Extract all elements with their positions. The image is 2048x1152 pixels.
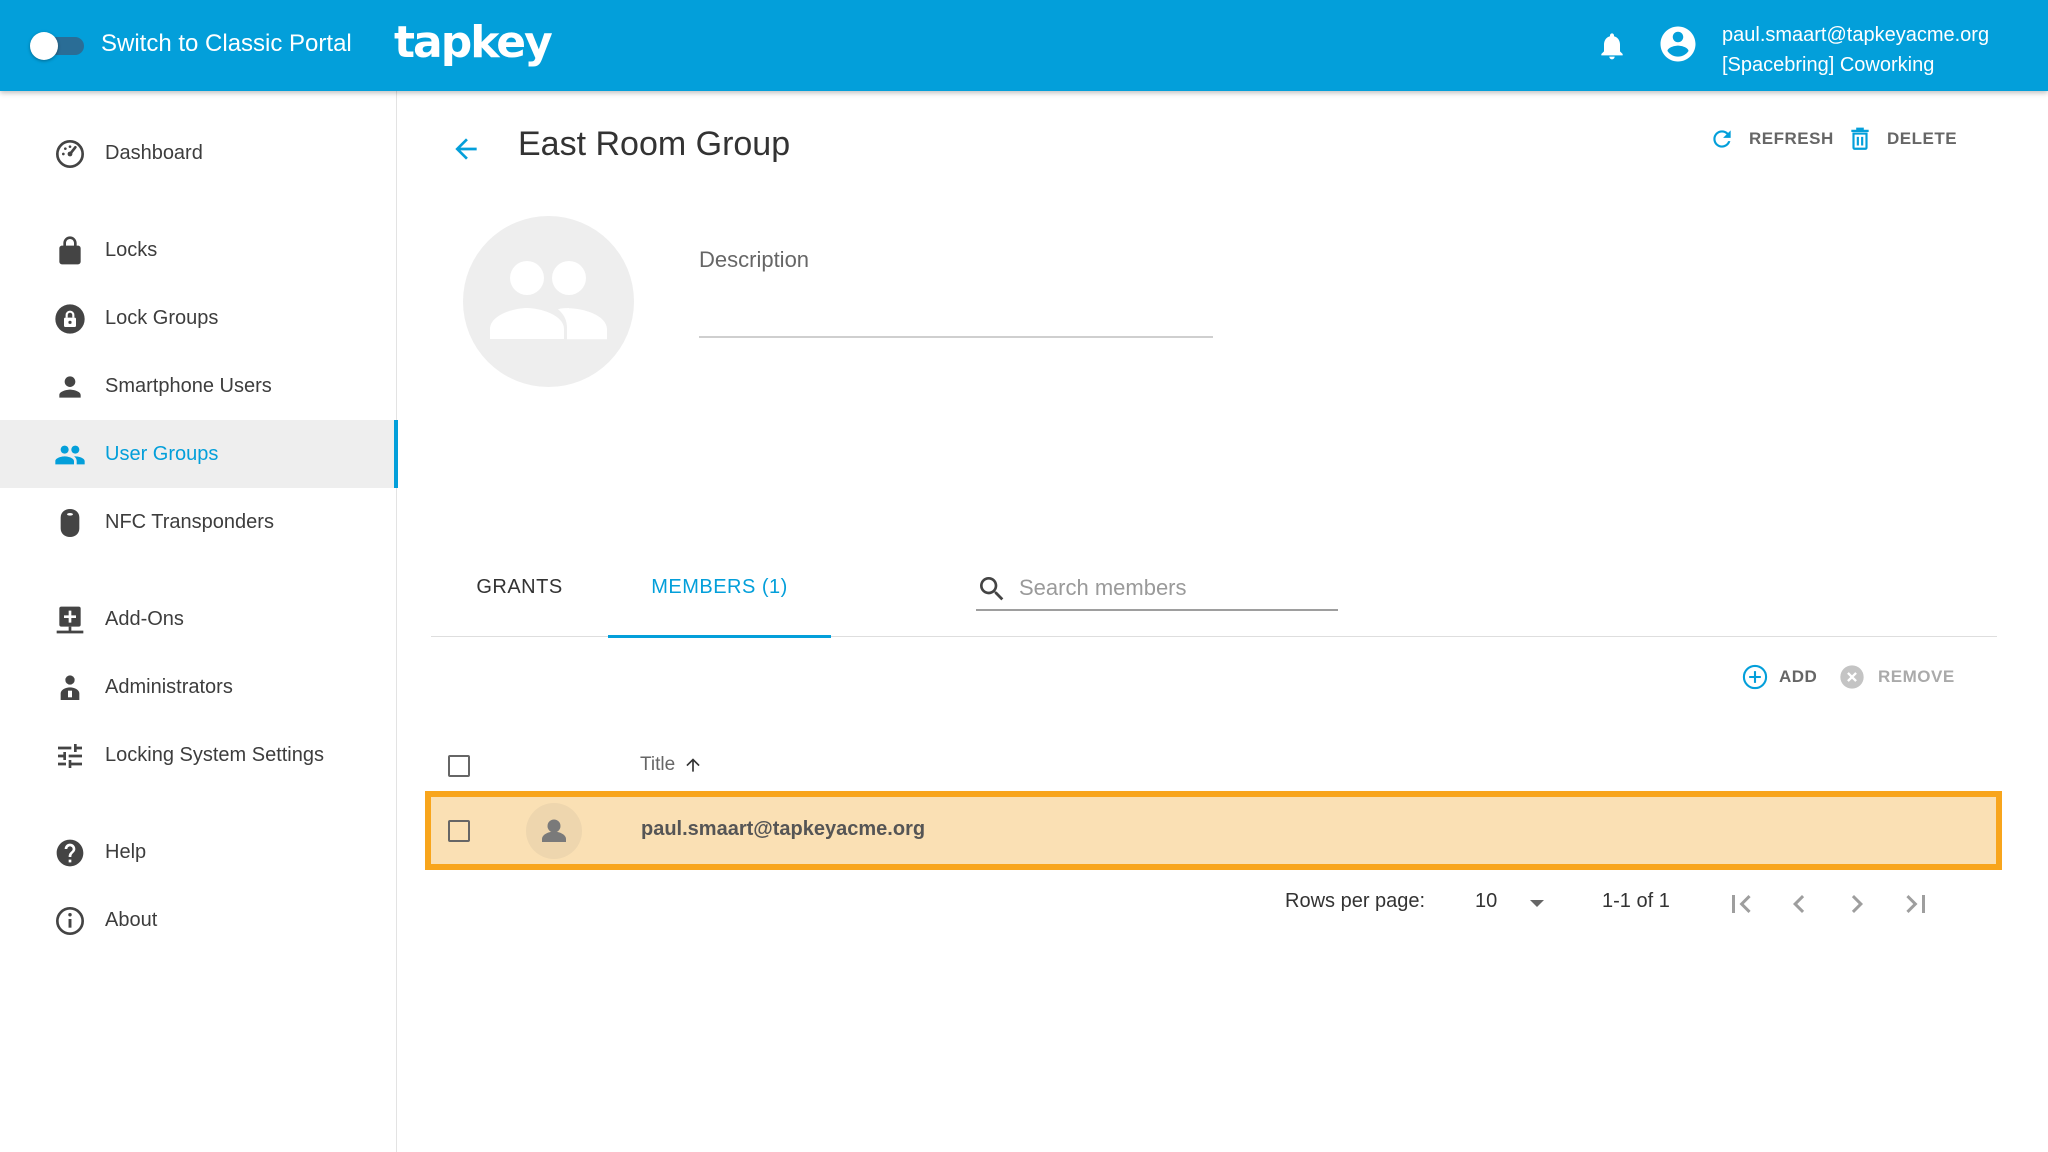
sidebar-item-add-ons[interactable]: Add-Ons bbox=[0, 585, 396, 653]
person-icon bbox=[542, 819, 566, 842]
previous-page-icon[interactable] bbox=[1781, 886, 1817, 922]
info-icon bbox=[56, 907, 84, 935]
lock-group-icon bbox=[55, 304, 85, 334]
column-header-title[interactable]: Title bbox=[640, 754, 703, 776]
row-checkbox[interactable] bbox=[448, 820, 470, 842]
first-page-icon[interactable] bbox=[1723, 886, 1759, 922]
tab-grants[interactable]: GRANTS bbox=[431, 539, 608, 636]
add-member-button[interactable]: ADD bbox=[1741, 662, 1817, 692]
transponder-icon bbox=[60, 509, 80, 537]
rows-per-page-value: 10 bbox=[1475, 890, 1498, 912]
sort-ascending-arrow-icon bbox=[686, 758, 700, 772]
help-icon bbox=[56, 839, 84, 867]
sidebar-item-label: NFC Transponders bbox=[105, 510, 274, 533]
group-people-icon bbox=[490, 261, 607, 340]
refresh-icon bbox=[1713, 130, 1731, 148]
group-avatar bbox=[463, 216, 634, 387]
pagination-range: 1-1 of 1 bbox=[1602, 890, 1670, 912]
member-title: paul.smaart@tapkeyacme.org bbox=[641, 818, 926, 840]
refresh-label: REFRESH bbox=[1749, 129, 1834, 148]
select-all-checkbox[interactable] bbox=[448, 755, 470, 777]
lock-icon bbox=[59, 236, 81, 265]
refresh-button[interactable]: REFRESH bbox=[1709, 123, 1834, 155]
notifications-bell-icon[interactable] bbox=[1596, 28, 1628, 64]
search-icon bbox=[980, 577, 1004, 601]
classic-portal-toggle[interactable] bbox=[30, 31, 84, 60]
next-page-icon[interactable] bbox=[1839, 886, 1875, 922]
trash-icon bbox=[1851, 127, 1869, 150]
sidebar-item-lock-groups[interactable]: Lock Groups bbox=[0, 284, 396, 352]
remove-circle-icon bbox=[1840, 665, 1864, 689]
user-organization: [Spacebring] Coworking bbox=[1722, 54, 1935, 76]
admin-icon bbox=[60, 675, 80, 700]
sidebar-item-label: Lock Groups bbox=[105, 306, 219, 329]
search-input[interactable] bbox=[1019, 571, 1329, 605]
sidebar-item-locking-system-settings[interactable]: Locking System Settings bbox=[0, 721, 396, 789]
tapkey-logo: tapkey bbox=[394, 17, 553, 68]
sidebar-item-label: User Groups bbox=[105, 442, 219, 465]
avatar bbox=[526, 803, 582, 859]
account-circle-icon[interactable] bbox=[1657, 23, 1699, 65]
description-field[interactable] bbox=[699, 336, 1213, 338]
sidebar-item-label: Administrators bbox=[105, 675, 233, 698]
main-content: East Room Group REFRESH DELETE Descripti… bbox=[398, 91, 2048, 1152]
sidebar-item-user-groups[interactable]: User Groups bbox=[0, 420, 398, 488]
sidebar-item-locks[interactable]: Locks bbox=[0, 216, 396, 284]
rows-per-page-select[interactable]: 10 bbox=[1475, 888, 1555, 920]
delete-label: DELETE bbox=[1887, 129, 1958, 148]
people-icon bbox=[55, 445, 85, 465]
search-members bbox=[976, 565, 1338, 611]
tab-members[interactable]: MEMBERS (1) bbox=[608, 539, 831, 638]
settings-sliders-icon bbox=[58, 744, 82, 768]
top-app-bar: Switch to Classic Portal tapkey paul.sma… bbox=[0, 0, 2048, 91]
sidebar-item-nfc-transponders[interactable]: NFC Transponders bbox=[0, 488, 396, 556]
user-info[interactable]: paul.smaart@tapkeyacme.org [Spacebring] … bbox=[1722, 20, 1989, 80]
delete-button[interactable]: DELETE bbox=[1847, 123, 1957, 155]
description-label: Description bbox=[699, 247, 810, 272]
page-title: East Room Group bbox=[518, 125, 791, 163]
sidebar-item-help[interactable]: Help bbox=[0, 818, 396, 886]
sidebar-item-label: Dashboard bbox=[105, 141, 203, 164]
person-icon bbox=[59, 376, 81, 398]
sidebar-item-dashboard[interactable]: Dashboard bbox=[0, 119, 396, 187]
classic-portal-label[interactable]: Switch to Classic Portal bbox=[101, 30, 352, 58]
sidebar-item-smartphone-users[interactable]: Smartphone Users bbox=[0, 352, 396, 420]
dashboard-icon bbox=[56, 140, 84, 168]
sidebar-item-label: Smartphone Users bbox=[105, 374, 272, 397]
sidebar-nav: Dashboard Locks Lock Groups Smartphone U… bbox=[0, 91, 398, 1152]
sidebar-item-label: Locks bbox=[105, 238, 158, 261]
user-email: paul.smaart@tapkeyacme.org bbox=[1722, 24, 1990, 46]
sidebar-item-about[interactable]: About bbox=[0, 886, 396, 954]
rows-per-page-label: Rows per page: bbox=[1285, 890, 1426, 912]
add-on-icon bbox=[56, 606, 84, 634]
column-title-label: Title bbox=[640, 754, 676, 775]
sidebar-item-label: Help bbox=[105, 840, 147, 863]
remove-member-button[interactable]: REMOVE bbox=[1838, 662, 1955, 692]
caret-down-icon bbox=[1530, 900, 1544, 907]
remove-label: REMOVE bbox=[1878, 667, 1955, 686]
sidebar-item-label: Locking System Settings bbox=[105, 743, 324, 766]
add-label: ADD bbox=[1779, 667, 1818, 686]
sidebar-item-label: Add-Ons bbox=[105, 607, 184, 630]
sidebar-item-administrators[interactable]: Administrators bbox=[0, 653, 396, 721]
table-row[interactable]: paul.smaart@tapkeyacme.org bbox=[425, 791, 2002, 870]
last-page-icon[interactable] bbox=[1898, 886, 1934, 922]
back-arrow-icon[interactable] bbox=[450, 133, 482, 165]
sidebar-item-label: About bbox=[105, 908, 158, 931]
toggle-knob bbox=[30, 32, 58, 60]
add-circle-icon bbox=[1742, 664, 1768, 690]
